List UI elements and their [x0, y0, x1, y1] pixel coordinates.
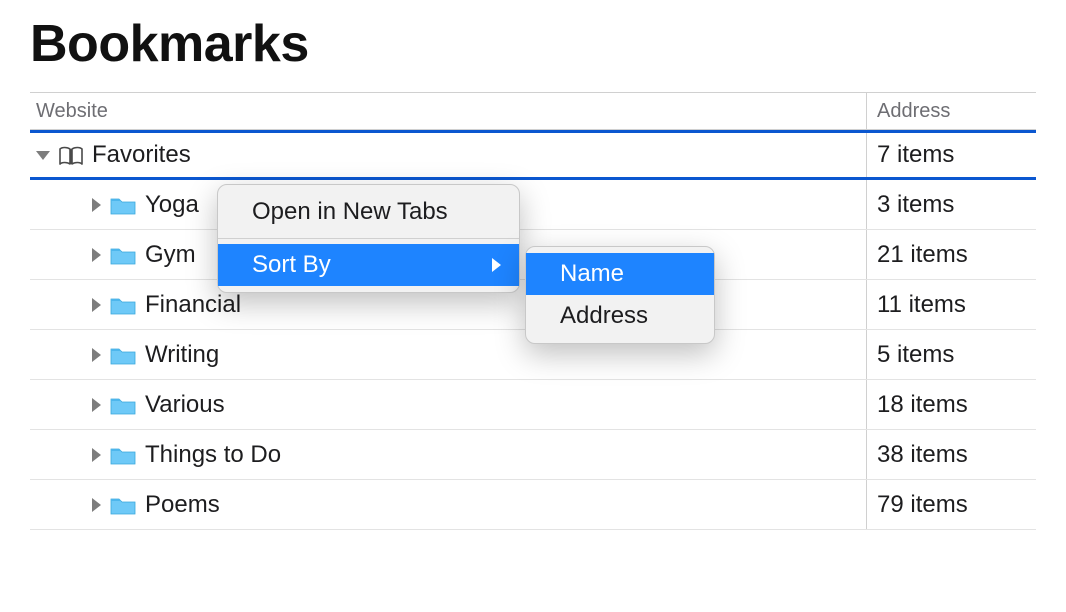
submenu-sort-by: Name Address — [525, 246, 715, 344]
row-label: Writing — [145, 341, 219, 369]
table-row[interactable]: Various 18 items — [30, 380, 1036, 430]
folder-icon — [109, 494, 137, 516]
row-count: 38 items — [866, 430, 1036, 479]
chevron-right-icon[interactable] — [92, 198, 101, 212]
row-count: 18 items — [866, 380, 1036, 429]
chevron-right-icon[interactable] — [92, 248, 101, 262]
menu-item-label: Sort By — [252, 251, 331, 279]
row-count: 3 items — [866, 180, 1036, 229]
submenu-item-address[interactable]: Address — [526, 295, 714, 337]
menu-separator — [218, 238, 519, 239]
table-row[interactable]: Yoga 3 items — [30, 180, 1036, 230]
menu-item-sort-by[interactable]: Sort By — [218, 244, 519, 286]
chevron-right-icon[interactable] — [92, 298, 101, 312]
row-label: Things to Do — [145, 441, 281, 469]
row-count: 5 items — [866, 330, 1036, 379]
submenu-item-name[interactable]: Name — [526, 253, 714, 295]
row-label: Favorites — [92, 141, 191, 169]
row-label: Yoga — [145, 191, 199, 219]
page-title: Bookmarks — [30, 14, 1036, 74]
row-label: Various — [145, 391, 225, 419]
chevron-down-icon[interactable] — [36, 151, 50, 160]
table-row[interactable]: Things to Do 38 items — [30, 430, 1036, 480]
table-row[interactable]: Poems 79 items — [30, 480, 1036, 530]
row-label: Poems — [145, 491, 220, 519]
table-row[interactable]: Favorites 7 items — [30, 130, 1036, 180]
folder-icon — [109, 244, 137, 266]
context-menu: Open in New Tabs Sort By — [217, 184, 520, 293]
row-count: 7 items — [866, 133, 1036, 177]
folder-icon — [109, 444, 137, 466]
column-header-website[interactable]: Website — [30, 100, 866, 123]
column-header-address[interactable]: Address — [866, 93, 1036, 129]
chevron-right-icon[interactable] — [92, 398, 101, 412]
row-label: Gym — [145, 241, 196, 269]
chevron-right-icon — [492, 258, 501, 272]
row-count: 11 items — [866, 280, 1036, 329]
menu-item-open-tabs[interactable]: Open in New Tabs — [218, 191, 519, 233]
chevron-right-icon[interactable] — [92, 348, 101, 362]
row-count: 21 items — [866, 230, 1036, 279]
chevron-right-icon[interactable] — [92, 498, 101, 512]
folder-icon — [109, 394, 137, 416]
folder-icon — [109, 194, 137, 216]
row-count: 79 items — [866, 480, 1036, 529]
chevron-right-icon[interactable] — [92, 448, 101, 462]
folder-icon — [109, 294, 137, 316]
row-label: Financial — [145, 291, 241, 319]
folder-icon — [109, 344, 137, 366]
book-icon — [58, 145, 84, 165]
table-header: Website Address — [30, 92, 1036, 130]
